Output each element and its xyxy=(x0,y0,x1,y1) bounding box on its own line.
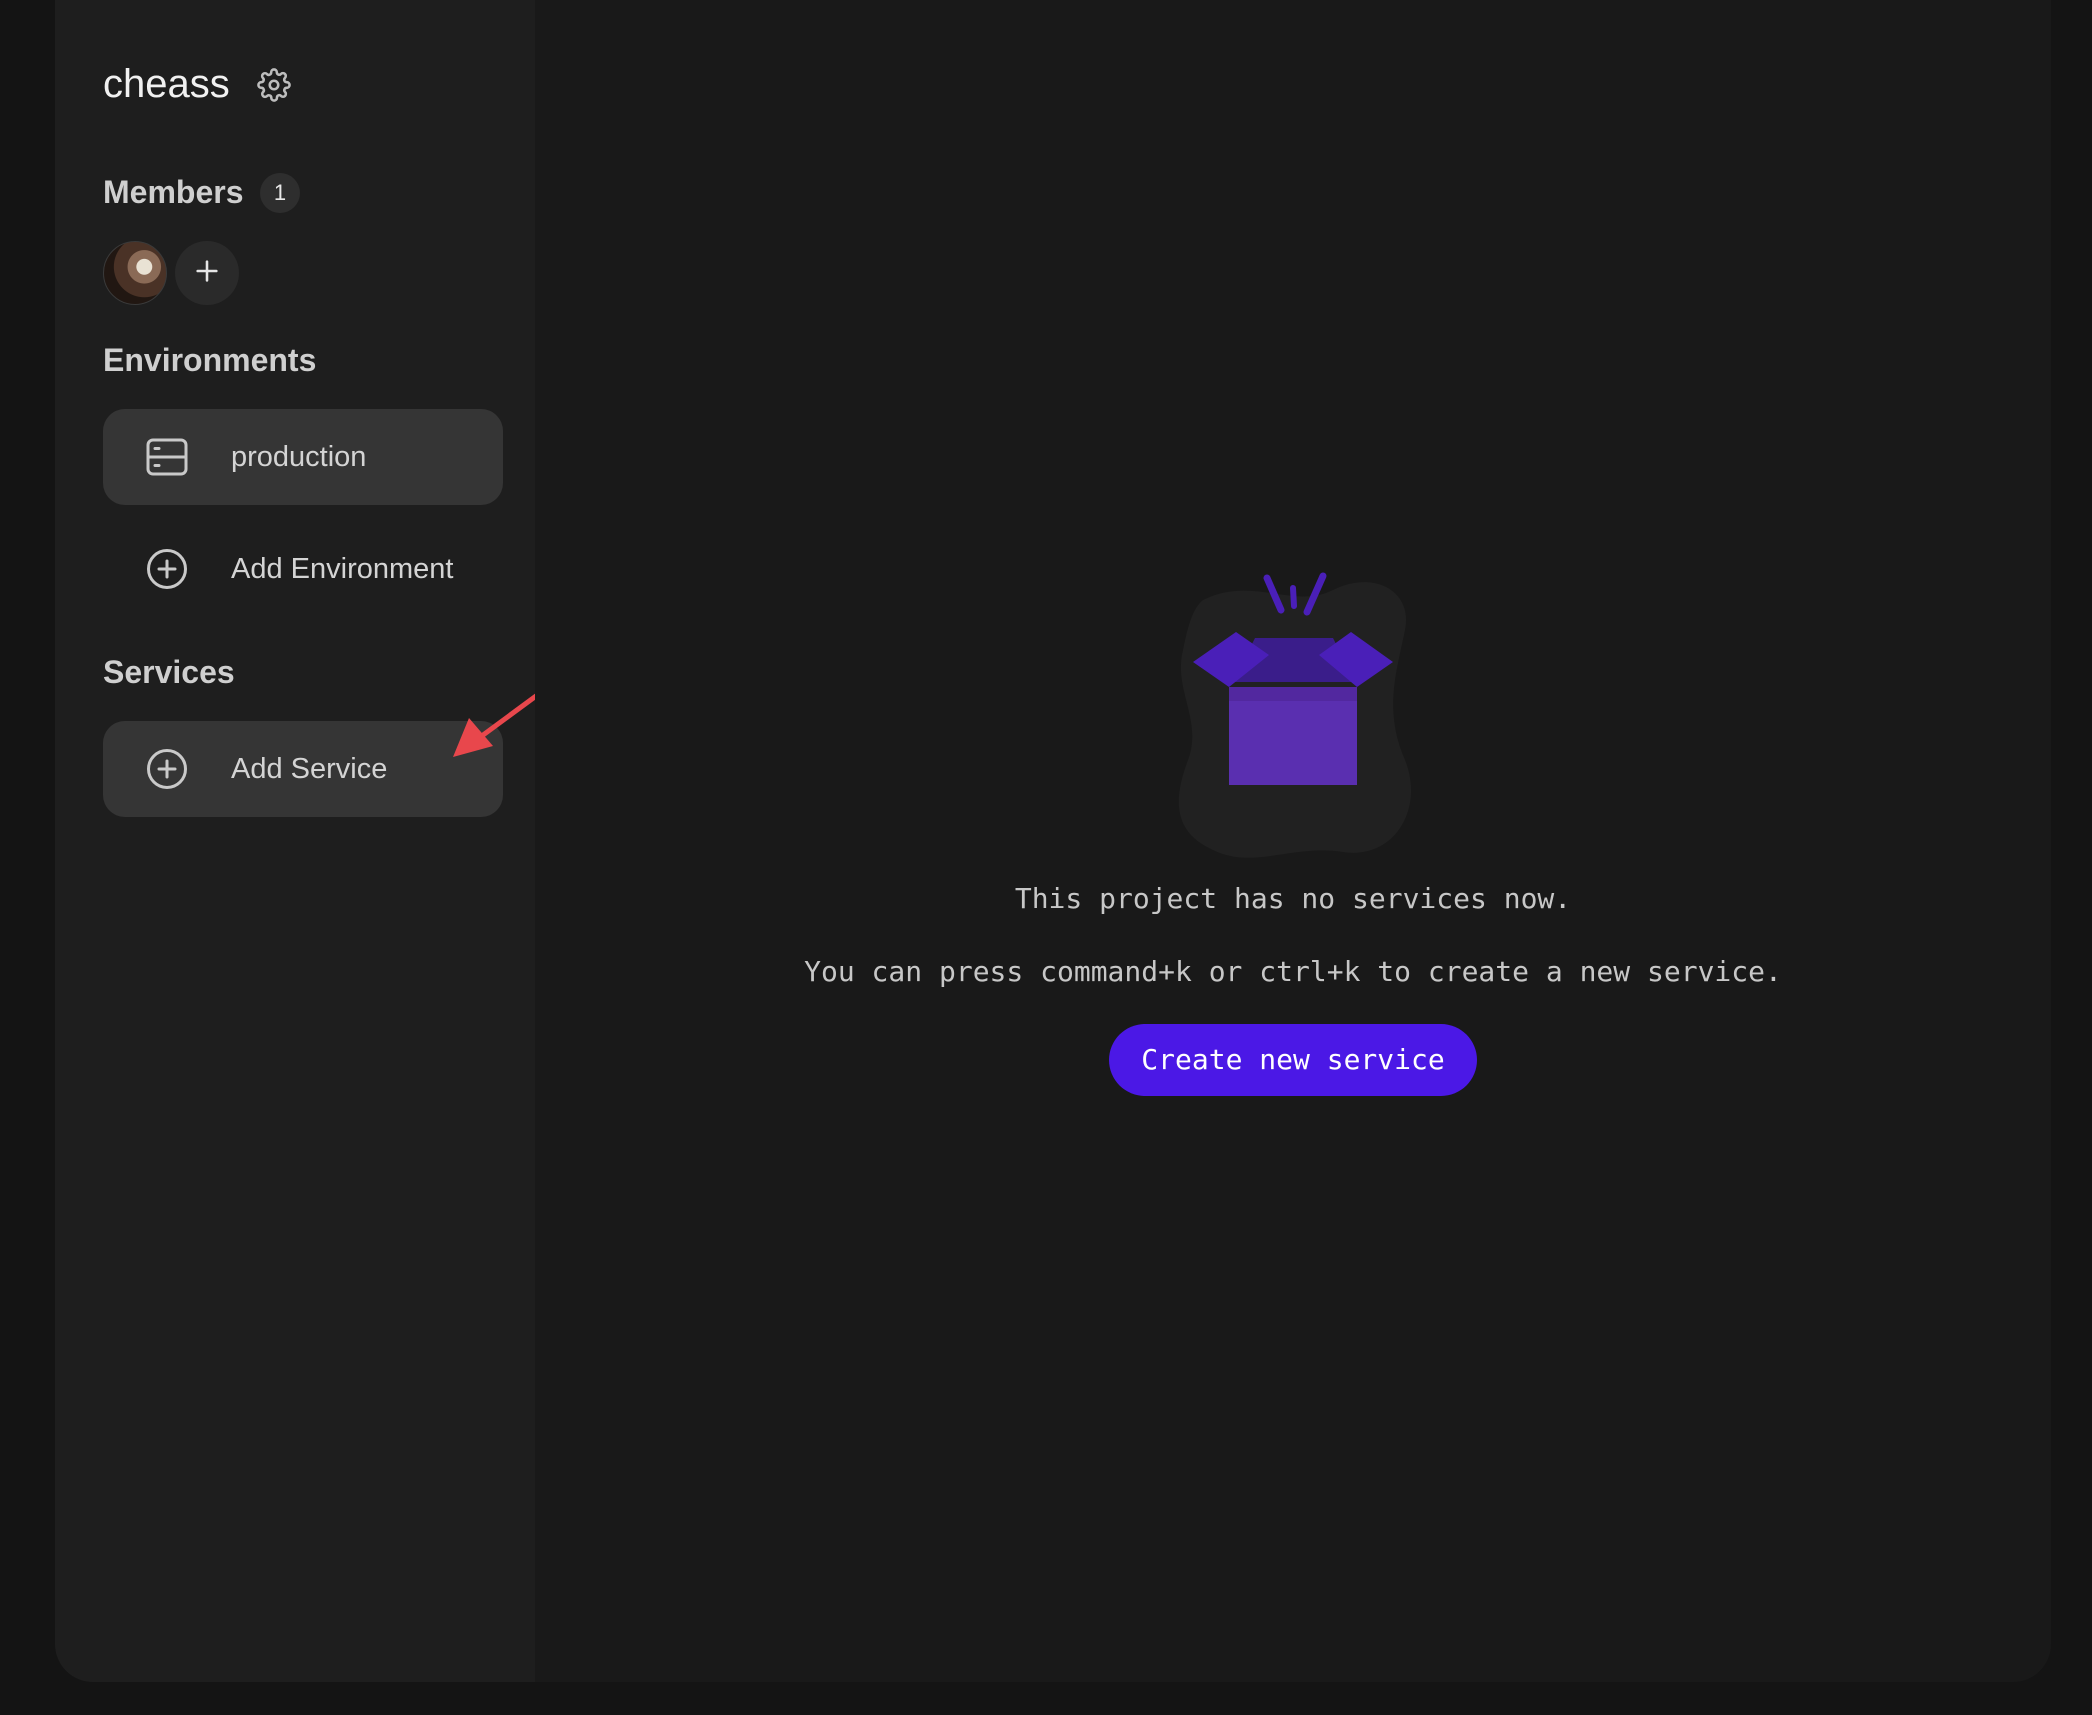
add-environment-button[interactable]: Add Environment xyxy=(103,521,503,617)
plus-circle-icon xyxy=(145,547,189,591)
members-title: Members xyxy=(103,174,244,210)
sidebar: cheass Members 1 Environments production… xyxy=(55,0,535,1682)
add-service-label: Add Service xyxy=(231,752,388,785)
user-avatar[interactable] xyxy=(103,241,167,305)
main-content: This project has no services now. You ca… xyxy=(535,0,2051,1682)
empty-state: This project has no services now. You ca… xyxy=(535,570,2051,1096)
add-environment-label: Add Environment xyxy=(231,552,454,585)
server-icon xyxy=(145,435,189,479)
add-service-button[interactable]: Add Service xyxy=(103,721,503,817)
environment-item-production[interactable]: production xyxy=(103,409,503,505)
empty-state-hint: You can press command+k or ctrl+k to cre… xyxy=(804,955,1782,988)
services-title: Services xyxy=(103,654,235,690)
empty-state-message: This project has no services now. xyxy=(1014,882,1572,915)
plus-icon xyxy=(193,257,221,290)
plus-circle-icon xyxy=(145,747,189,791)
add-member-button[interactable] xyxy=(175,241,239,305)
create-new-service-button[interactable]: Create new service xyxy=(1109,1024,1477,1096)
project-name: cheass xyxy=(103,62,230,106)
project-window: cheass Members 1 Environments production… xyxy=(55,0,2051,1682)
members-count-badge: 1 xyxy=(260,173,300,213)
environment-item-label: production xyxy=(231,440,367,473)
project-header: cheass xyxy=(103,62,292,107)
environments-title: Environments xyxy=(103,342,317,378)
gear-icon[interactable] xyxy=(256,67,292,103)
open-box-illustration xyxy=(1178,572,1412,858)
